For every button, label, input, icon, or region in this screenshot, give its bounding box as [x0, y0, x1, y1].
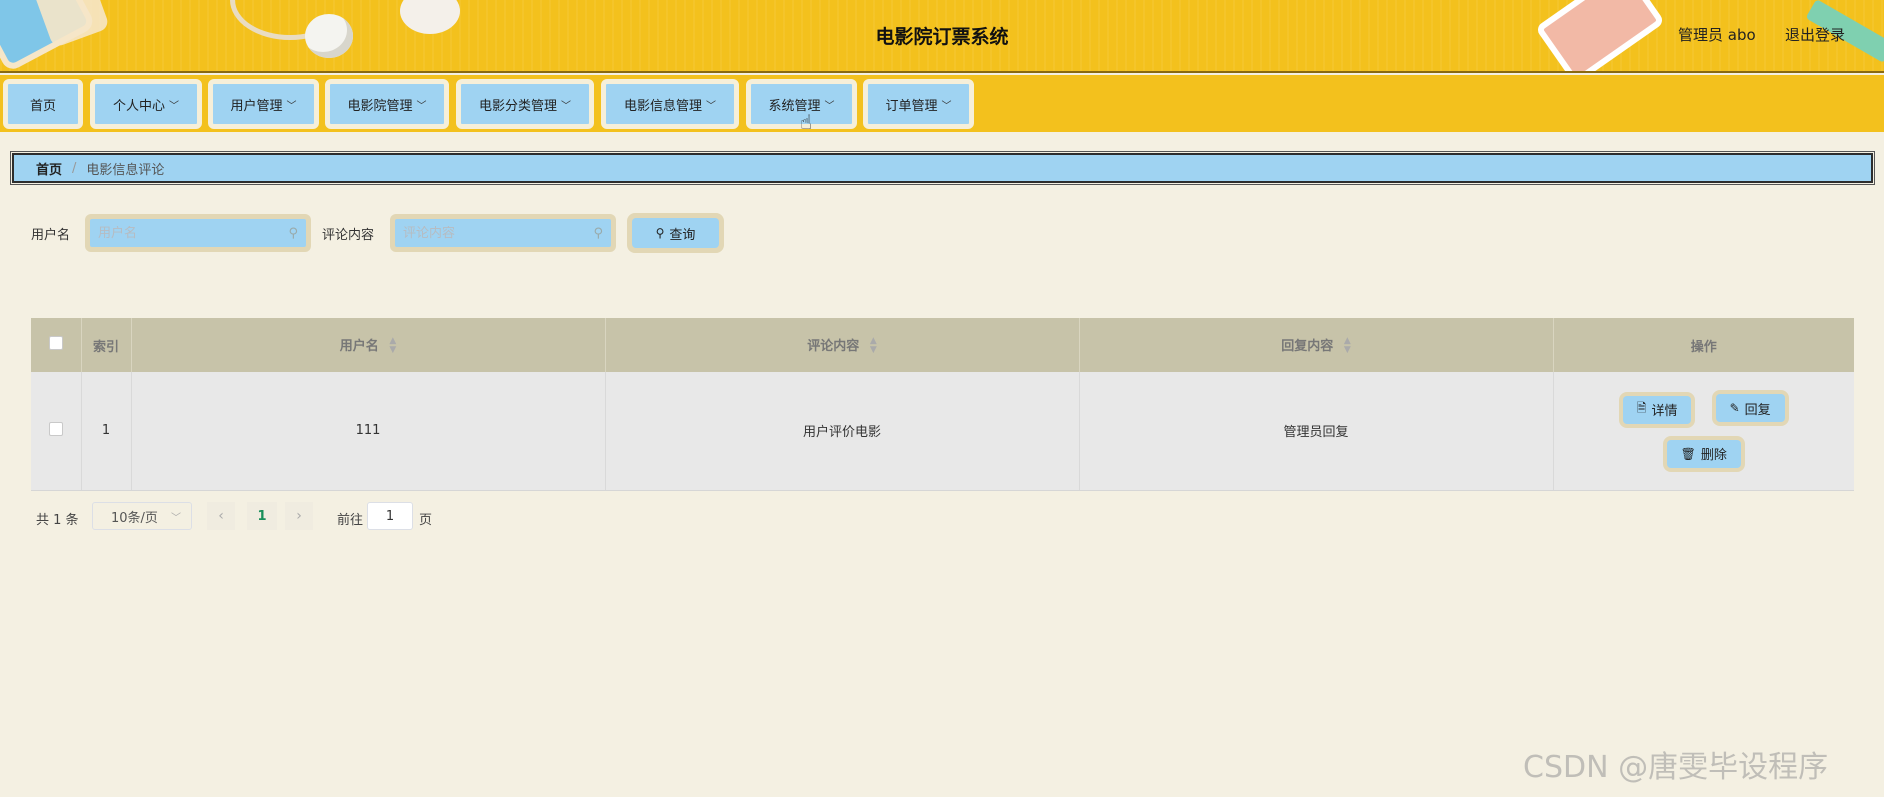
column-header-actions: 操作 [1553, 318, 1854, 372]
chevron-left-icon: ‹ [218, 508, 224, 524]
delete-button-label: 删除 [1700, 448, 1727, 463]
username-search-inner: ⚲ [90, 219, 306, 247]
edit-icon: ✎ [1729, 401, 1740, 415]
pagination-total: 共 1 条 [36, 513, 79, 528]
next-page-button[interactable]: › [285, 502, 313, 530]
search-icon: ⚲ [655, 226, 665, 240]
cell-index: 1 [81, 372, 132, 491]
admin-user-label: 管理员 abo [1678, 26, 1756, 44]
column-header-label: 回复内容 [1281, 338, 1334, 354]
nav-item-category-management[interactable]: 电影分类管理 ﹀ [456, 79, 594, 129]
query-button-inner: ⚲ 查询 [632, 218, 719, 248]
nav-item-home[interactable]: 首页 [3, 79, 83, 129]
search-icon: ⚲ [593, 225, 603, 241]
logout-link[interactable]: 退出登录 [1785, 24, 1845, 45]
cell-actions: 🗎 详情 ✎ 回复 🗑 删除 [1553, 372, 1854, 491]
detail-button[interactable]: 🗎 详情 [1618, 391, 1696, 428]
hand-cursor-icon: ☝ [800, 110, 813, 134]
chevron-down-icon: ﹀ [416, 100, 427, 112]
detail-button-inner: 🗎 详情 [1622, 395, 1692, 424]
nav-item-label: 订单管理 [885, 98, 938, 114]
column-header-label: 评论内容 [807, 338, 860, 354]
page-number-button[interactable]: 1 [247, 502, 277, 530]
delete-button[interactable]: 🗑 删除 [1662, 435, 1745, 472]
breadcrumb-home[interactable]: 首页 [36, 159, 62, 178]
sort-icon[interactable]: ▲ ▼ [1344, 337, 1351, 355]
goto-page-input[interactable] [367, 502, 413, 530]
select-all-checkbox[interactable] [48, 336, 63, 350]
top-header: 电影院订票系统 管理员 abo 退出登录 [0, 0, 1884, 73]
chevron-down-icon: ﹀ [706, 100, 716, 112]
username-search-box: ⚲ [85, 214, 311, 252]
search-icon: ⚲ [288, 225, 298, 241]
username-search-input[interactable] [98, 225, 248, 241]
comment-search-box: ⚲ [390, 214, 616, 252]
sort-icon[interactable]: ▲ ▼ [389, 337, 396, 355]
cell-comment: 用户评价电影 [605, 372, 1080, 491]
comment-search-inner: ⚲ [395, 219, 611, 247]
site-title: 电影院订票系统 [875, 26, 1009, 48]
row-select-cell [31, 372, 82, 491]
nav-item-cinema-management[interactable]: 电影院管理 ﹀ [325, 79, 449, 129]
query-button-label: 查询 [669, 227, 696, 243]
column-header-comment[interactable]: 评论内容 ▲ ▼ [605, 318, 1080, 372]
page-size-select[interactable]: 10条/页 ﹀ [92, 502, 192, 530]
delete-button-inner: 🗑 删除 [1666, 439, 1741, 468]
table-header-row: 索引 用户名 ▲ ▼ 评论内容 ▲ ▼ 回复内容 ▲ ▼ 操作 [31, 318, 1854, 372]
main-nav: 首页 个人中心 ﹀ 用户管理 ﹀ 电影院管理 ﹀ 电影分类管理 ﹀ 电影信息管理… [0, 75, 1884, 132]
reply-button-inner: ✎ 回复 [1715, 394, 1785, 422]
breadcrumb-separator: / [72, 160, 77, 176]
row-checkbox[interactable] [48, 421, 63, 436]
select-all-cell [31, 318, 82, 372]
nav-item-personal-center[interactable]: 个人中心 ﹀ [90, 79, 202, 129]
chevron-down-icon: ﹀ [941, 100, 952, 112]
document-icon: 🗎 [1636, 401, 1647, 415]
username-search-label: 用户名 [31, 228, 71, 243]
nav-item-label: 电影院管理 [347, 98, 413, 114]
nav-item-user-management[interactable]: 用户管理 ﹀ [208, 79, 319, 129]
chevron-down-icon: ﹀ [169, 100, 179, 112]
nav-item-movie-info-management[interactable]: 电影信息管理 ﹀ [601, 79, 739, 129]
reply-button[interactable]: ✎ 回复 [1711, 390, 1789, 426]
chevron-down-icon: ﹀ [286, 100, 297, 112]
column-header-reply[interactable]: 回复内容 ▲ ▼ [1079, 318, 1554, 372]
chevron-down-icon: ﹀ [824, 100, 835, 112]
sort-icon[interactable]: ▲ ▼ [870, 337, 877, 355]
comment-search-input[interactable] [403, 225, 553, 241]
reply-button-label: 回复 [1744, 402, 1771, 418]
chevron-down-icon: ﹀ [171, 512, 181, 524]
nav-item-order-management[interactable]: 订单管理 ﹀ [863, 79, 974, 129]
nav-item-label: 电影分类管理 [478, 98, 557, 114]
chevron-down-icon: ﹀ [561, 100, 571, 112]
nav-item-label: 首页 [29, 98, 56, 114]
comment-search-label: 评论内容 [322, 228, 375, 243]
nav-item-label: 用户管理 [230, 98, 283, 114]
breadcrumb: 首页 / 电影信息评论 [10, 151, 1875, 185]
goto-label: 前往 [337, 513, 364, 528]
page-size-value: 10条/页 [111, 510, 158, 526]
prev-page-button[interactable]: ‹ [207, 502, 235, 530]
cell-username: 111 [131, 372, 606, 491]
goto-suffix-label: 页 [419, 513, 433, 528]
trash-icon: 🗑 [1680, 446, 1696, 461]
column-header-label: 用户名 [339, 338, 379, 354]
nav-item-label: 个人中心 [112, 98, 165, 114]
watermark: CSDN @唐雯毕设程序 [1523, 750, 1829, 785]
detail-button-label: 详情 [1651, 404, 1678, 419]
cell-reply: 管理员回复 [1079, 372, 1554, 491]
query-button[interactable]: ⚲ 查询 [627, 213, 724, 253]
breadcrumb-current: 电影信息评论 [86, 162, 165, 178]
nav-item-label: 电影信息管理 [623, 98, 702, 114]
nav-item-label: 系统管理 [768, 98, 821, 114]
comments-table: 索引 用户名 ▲ ▼ 评论内容 ▲ ▼ 回复内容 ▲ ▼ 操作 1 111 用户评价电… [31, 318, 1854, 491]
column-header-index: 索引 [81, 318, 132, 372]
column-header-username[interactable]: 用户名 ▲ ▼ [131, 318, 606, 372]
chevron-right-icon: › [296, 508, 302, 524]
table-row: 1 111 用户评价电影 管理员回复 🗎 详情 ✎ 回复 🗑 删除 [31, 372, 1854, 491]
